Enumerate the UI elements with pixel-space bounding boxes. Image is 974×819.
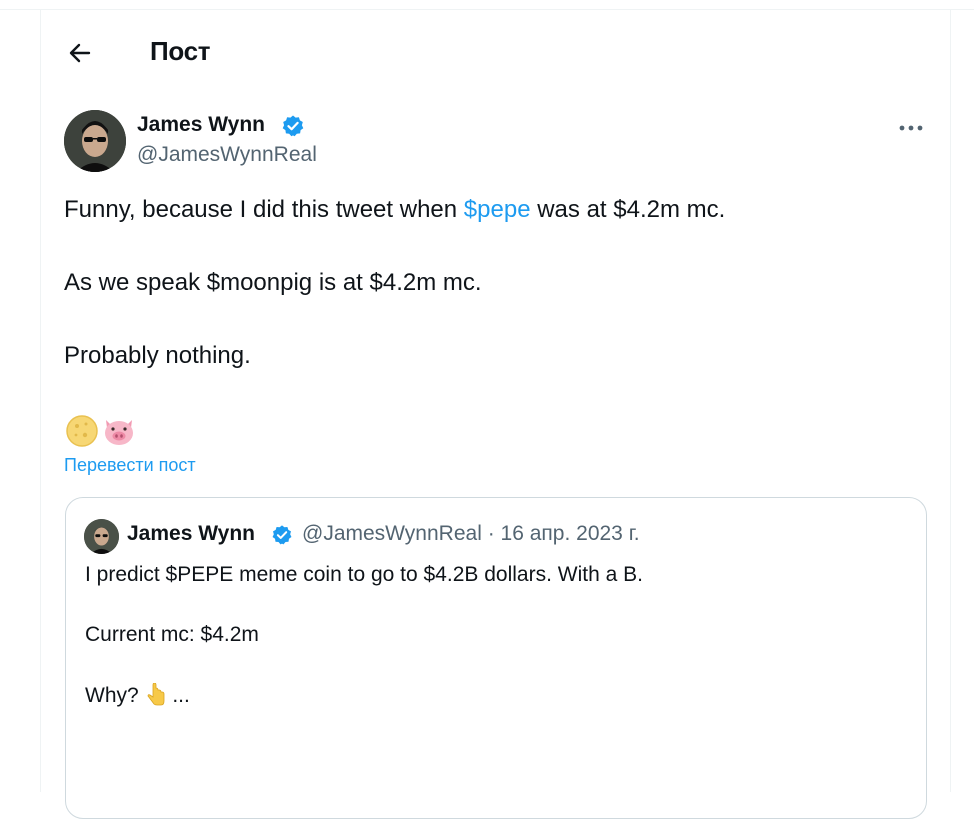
post-header: Пост [41, 10, 950, 94]
quoted-author-avatar[interactable] [84, 519, 119, 554]
pig-face-icon [105, 420, 133, 445]
author-name[interactable]: James Wynn [137, 113, 265, 137]
point-down-icon [147, 682, 164, 706]
quoted-meta: @JamesWynnReal · 16 апр. 2023 г. [302, 522, 640, 546]
tweet-text-segment: was at $4.2m mc. [530, 196, 726, 223]
quoted-author-handle: @JamesWynnReal [302, 522, 482, 545]
more-dots-icon [899, 125, 923, 131]
quoted-tweet-card[interactable]: James Wynn @JamesWynnReal · 16 апр. 2023… [65, 497, 927, 819]
back-button[interactable] [63, 36, 97, 70]
avatar-image [84, 519, 119, 554]
author-avatar[interactable] [64, 110, 126, 172]
emoji-row [65, 414, 137, 448]
cashtag-link[interactable]: $pepe [464, 196, 531, 223]
quoted-text-line: Current mc: $4.2m [85, 623, 259, 646]
verified-badge-icon [282, 115, 304, 137]
author-handle[interactable]: @JamesWynnReal [137, 143, 317, 167]
quoted-text-segment: ... [166, 684, 190, 707]
quoted-text-line: I predict $PEPE meme coin to go to $4.2B… [85, 563, 643, 586]
post-column: Пост James Wynn @JamesWynnReal Funny, be… [40, 10, 951, 819]
quoted-date: 16 апр. 2023 г. [500, 522, 640, 545]
tweet-text-line: As we speak $moonpig is at $4.2m mc. [64, 269, 482, 296]
page-title: Пост [150, 36, 211, 66]
coin-icon [66, 415, 98, 447]
avatar-image [64, 110, 126, 172]
arrow-left-icon [69, 43, 91, 63]
tweet-text-line: Probably nothing. [64, 342, 251, 369]
meta-separator: · [487, 522, 495, 545]
tweet-text-segment: Funny, because I did this tweet when [64, 196, 464, 223]
quoted-author-name: James Wynn [127, 522, 255, 545]
verified-badge-icon [272, 525, 292, 545]
more-options-button[interactable] [893, 114, 929, 142]
quoted-text-line: Why? ... [85, 682, 190, 709]
tweet-text-line: Funny, because I did this tweet when $pe… [64, 195, 725, 225]
quoted-text-segment: Why? [85, 684, 145, 707]
translate-post-link[interactable]: Перевести пост [64, 455, 196, 476]
